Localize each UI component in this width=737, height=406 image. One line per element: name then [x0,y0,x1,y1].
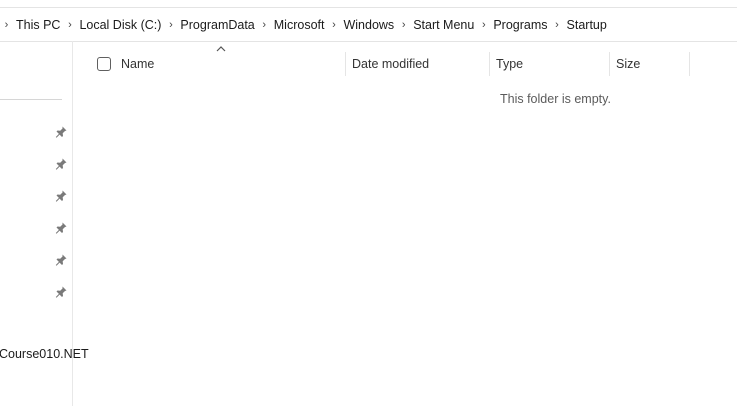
column-header-size[interactable]: Size [616,51,640,77]
pin-icon[interactable] [54,157,68,171]
chevron-right-icon[interactable]: › [63,19,76,31]
sort-up-icon [216,46,226,52]
nav-item-course010[interactable]: Course010.NET [0,347,89,361]
column-divider[interactable] [345,52,346,76]
chevron-right-icon[interactable]: › [164,19,177,31]
pin-icon[interactable] [54,253,68,267]
breadcrumb-start-menu[interactable]: Start Menu [410,18,477,32]
breadcrumb-programs[interactable]: Programs [490,18,550,32]
breadcrumb-this-pc[interactable]: This PC [13,18,63,32]
chevron-right-icon[interactable]: › [397,19,410,31]
breadcrumb-local-disk[interactable]: Local Disk (C:) [76,18,164,32]
chevron-right-icon[interactable]: › [327,19,340,31]
breadcrumb-programdata[interactable]: ProgramData [177,18,257,32]
column-divider[interactable] [609,52,610,76]
pin-icon[interactable] [54,221,68,235]
chevron-right-icon[interactable]: › [0,19,13,31]
column-divider[interactable] [689,52,690,76]
column-header-type[interactable]: Type [496,51,523,77]
navigation-pane[interactable]: Course010.NET [0,41,89,406]
column-header-name[interactable]: Name [121,51,154,77]
chevron-right-icon[interactable]: › [258,19,271,31]
column-divider[interactable] [489,52,490,76]
column-header-date-modified[interactable]: Date modified [352,51,429,77]
breadcrumb: › This PC › Local Disk (C:) › ProgramDat… [0,7,737,42]
pin-icon[interactable] [54,285,68,299]
empty-folder-message: This folder is empty. [500,92,611,106]
pin-icon[interactable] [54,189,68,203]
breadcrumb-startup[interactable]: Startup [564,18,610,32]
chevron-right-icon[interactable]: › [477,19,490,31]
pin-icon[interactable] [54,125,68,139]
chevron-right-icon[interactable]: › [551,19,564,31]
breadcrumb-windows[interactable]: Windows [340,18,397,32]
nav-divider [0,99,62,100]
select-all-checkbox[interactable] [97,57,111,71]
breadcrumb-microsoft[interactable]: Microsoft [271,18,328,32]
